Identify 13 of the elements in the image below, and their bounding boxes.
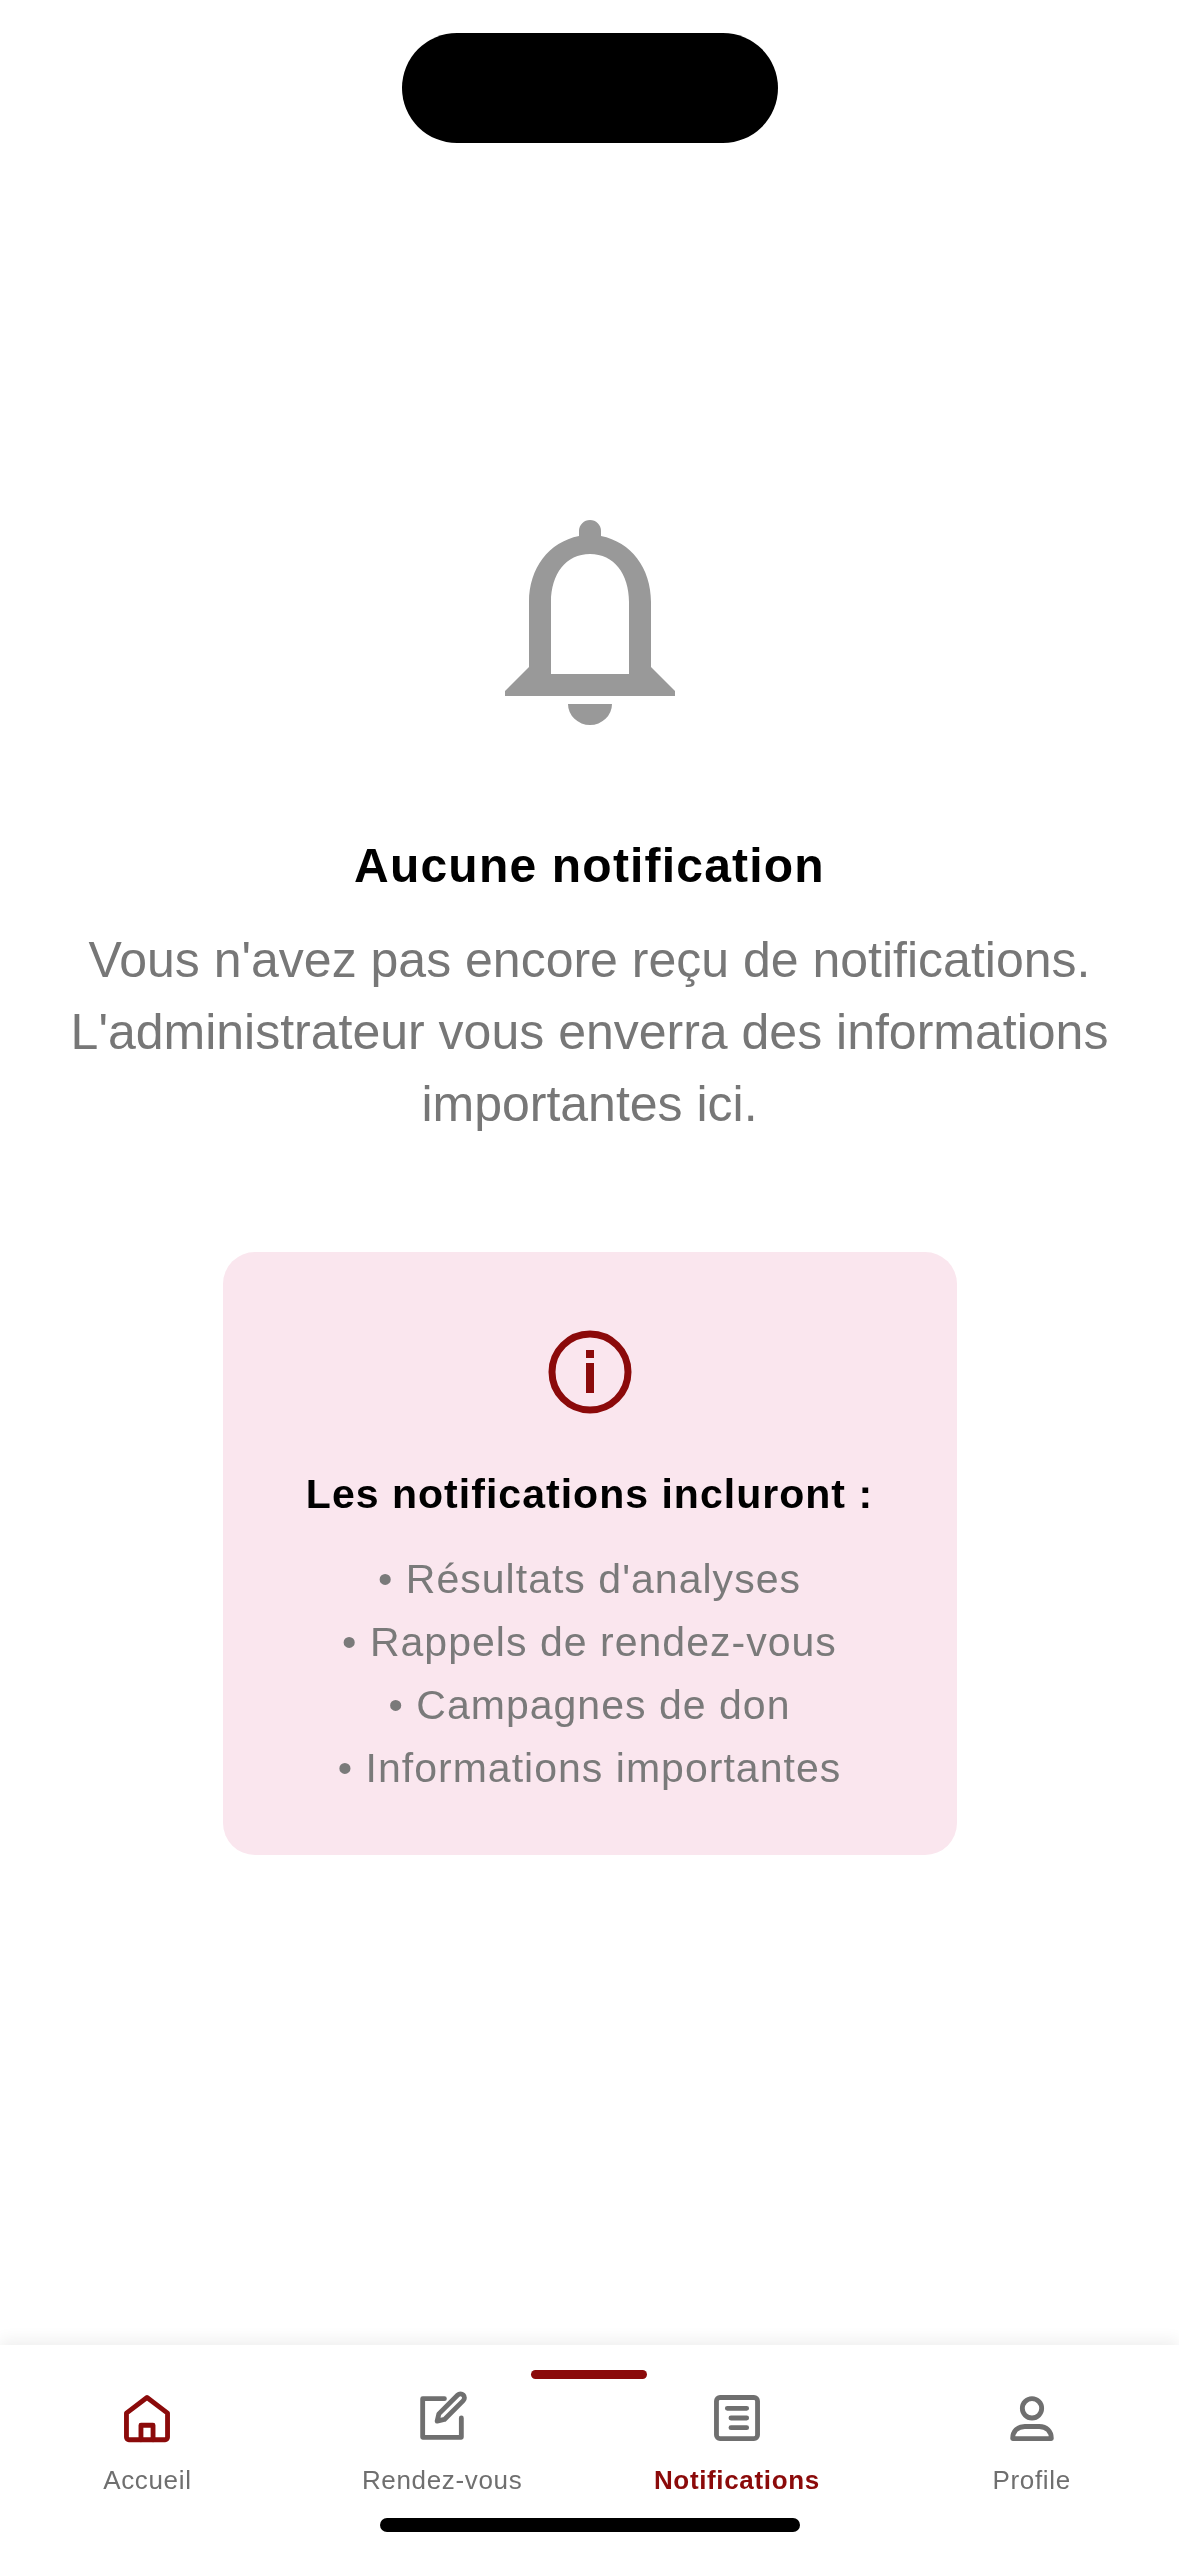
tab-item[interactable]: Accueil bbox=[0, 2389, 295, 2500]
card-heading: Les notifications incluront : bbox=[305, 1470, 874, 1519]
list-item: • Campagnes de don bbox=[388, 1680, 791, 1730]
list-item: • Résultats d'analyses bbox=[377, 1554, 801, 1604]
info-icon bbox=[547, 1330, 632, 1414]
list-item: • Informations importantes bbox=[337, 1743, 842, 1793]
tab-item[interactable]: Rendez-vous bbox=[294, 2389, 590, 2500]
tab-item[interactable]: Profile bbox=[884, 2389, 1179, 2500]
tab-item[interactable]: Notifications bbox=[589, 2389, 885, 2500]
empty-state-title: Aucune notification bbox=[354, 838, 825, 894]
empty-state-message: Vous n'avez pas encore reçu de notifications. L'administrateur vous enverra des informations importantes ici. bbox=[69, 931, 1110, 1134]
bell-icon bbox=[504, 520, 675, 725]
list-item: • Rappels de rendez-vous bbox=[342, 1617, 837, 1667]
